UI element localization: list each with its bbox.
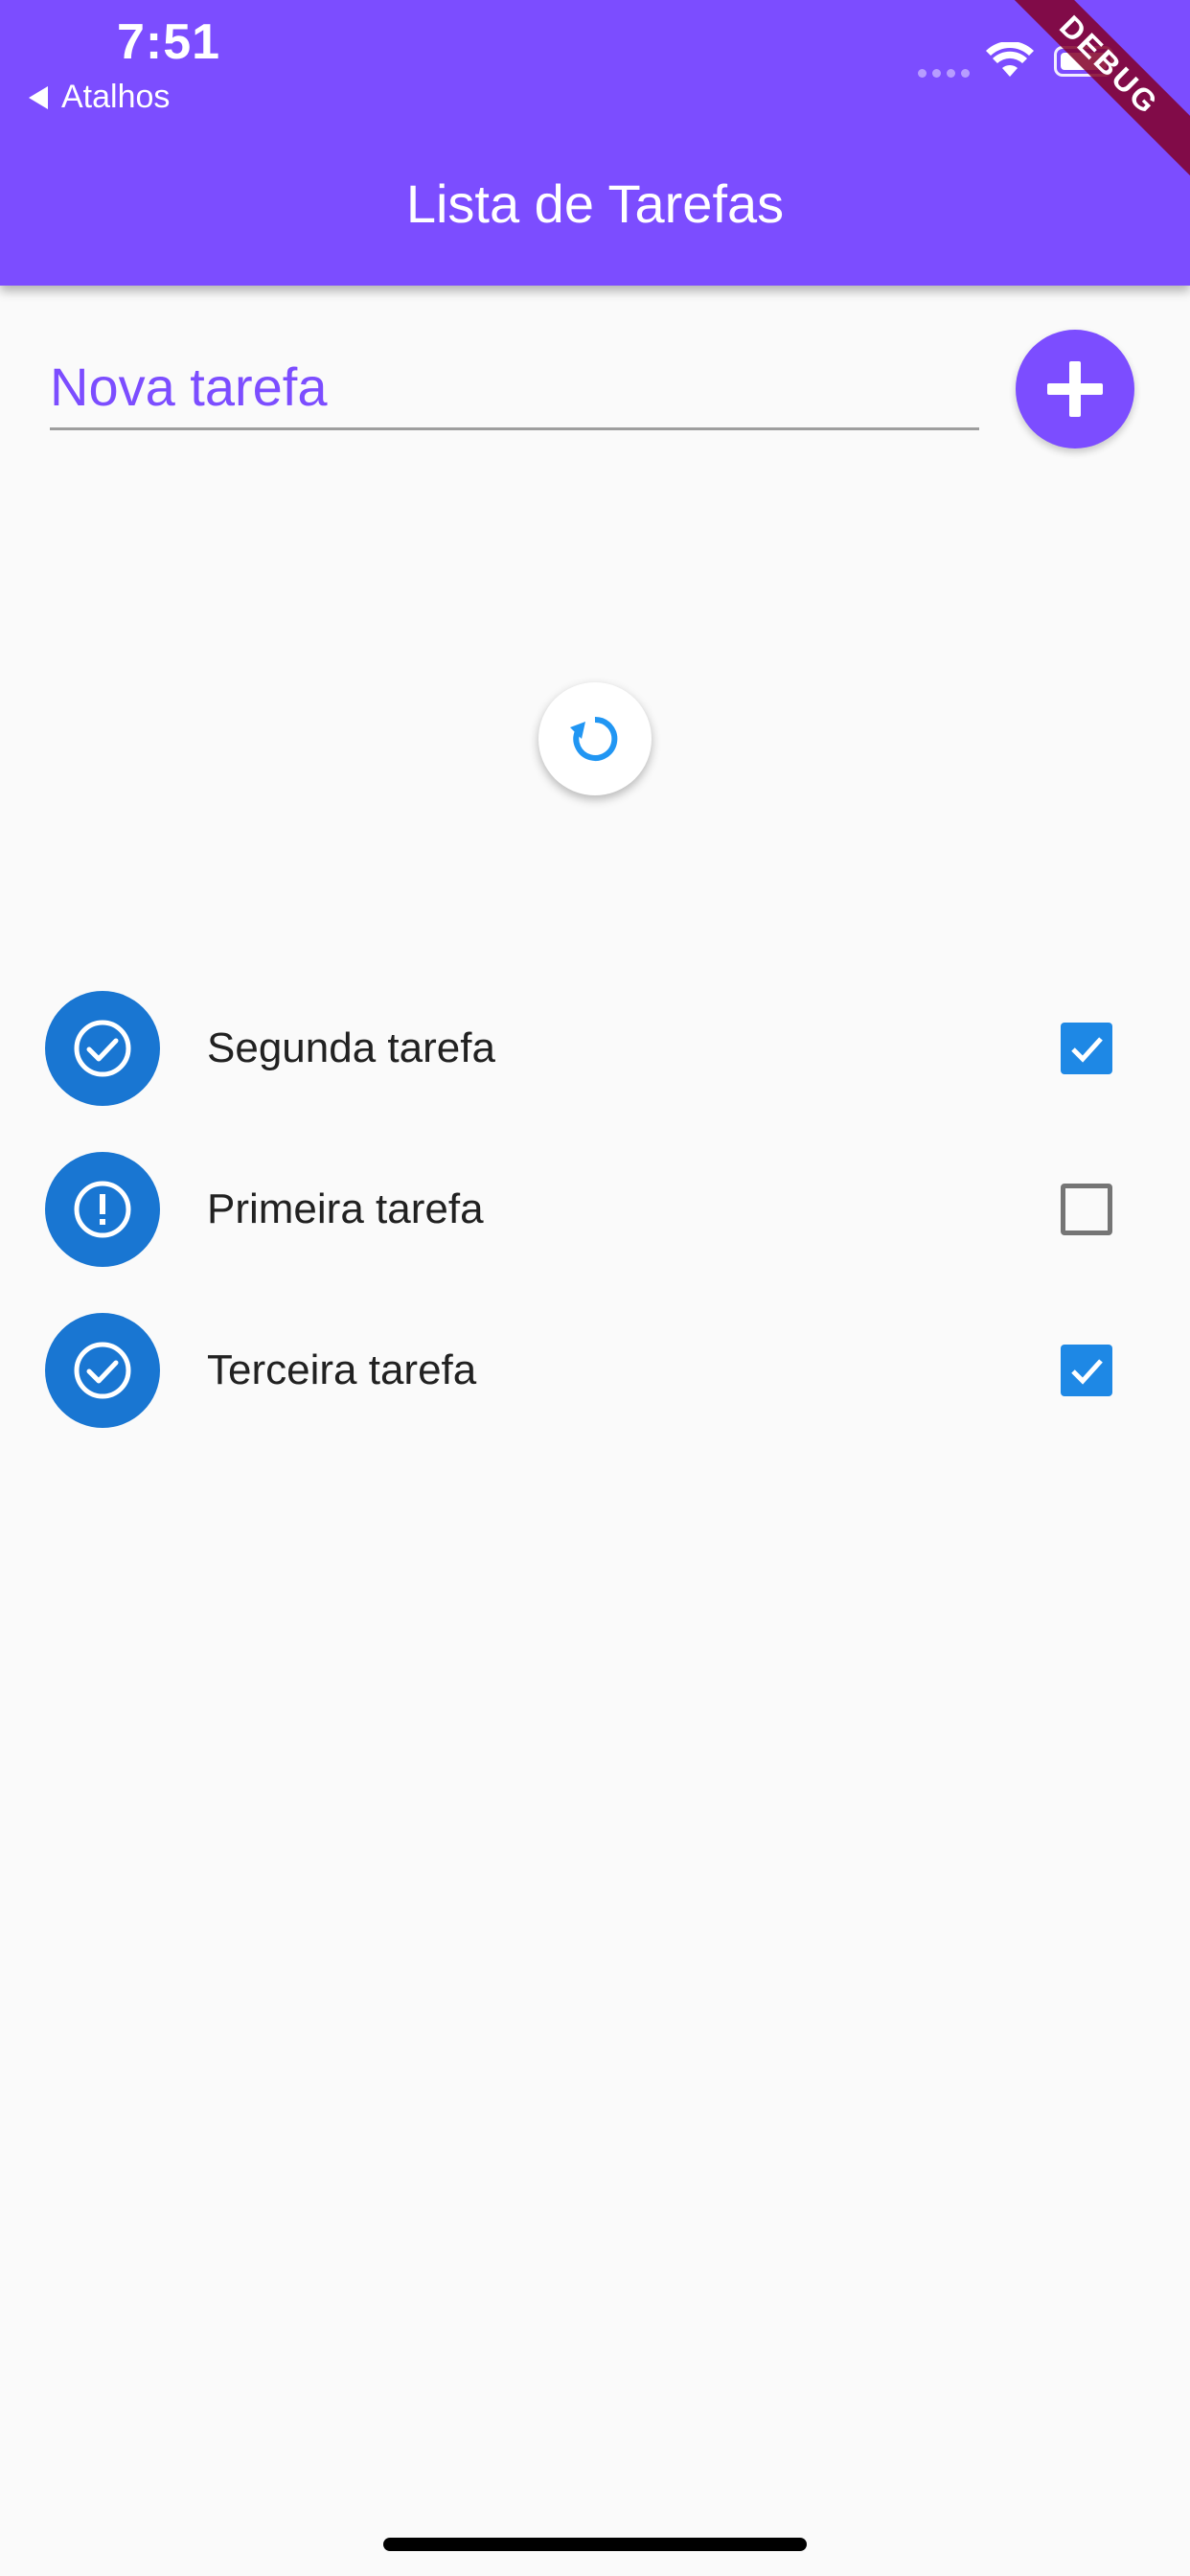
task-done-checkbox[interactable]	[1061, 1184, 1112, 1235]
back-arrow-icon	[29, 85, 48, 109]
back-to-app-link[interactable]: Atalhos	[29, 79, 170, 116]
task-title: Terceira tarefa	[207, 1346, 477, 1393]
list-item[interactable]: Primeira tarefa	[0, 1129, 1190, 1290]
task-title: Primeira tarefa	[207, 1185, 484, 1232]
app-screen: 7:51 Atalhos Lista de Tarefas DEBUG Nova…	[0, 0, 1190, 2576]
status-time: 7:51	[117, 14, 221, 70]
add-task-button[interactable]	[1016, 330, 1134, 448]
debug-banner-label: DEBUG	[998, 0, 1190, 182]
cellular-signal-icon	[918, 69, 970, 78]
status-avatar	[45, 1313, 160, 1428]
refresh-indicator	[538, 682, 652, 795]
plus-icon	[1047, 361, 1103, 417]
task-list: Segunda tarefa Primeira tarefa Terceira …	[0, 968, 1190, 1451]
back-app-label: Atalhos	[61, 79, 171, 115]
task-done-checkbox[interactable]	[1061, 1345, 1112, 1396]
debug-banner: DEBUG	[998, 0, 1190, 192]
status-avatar	[45, 1152, 160, 1267]
task-title: Segunda tarefa	[207, 1024, 495, 1071]
home-indicator[interactable]	[383, 2538, 807, 2551]
error-icon	[74, 1181, 131, 1238]
check-circle-icon	[74, 1342, 131, 1399]
check-icon	[1071, 1037, 1103, 1063]
refresh-icon	[570, 716, 618, 761]
task-done-checkbox[interactable]	[1061, 1023, 1112, 1074]
list-item[interactable]: Segunda tarefa	[0, 968, 1190, 1129]
check-circle-icon	[74, 1020, 131, 1077]
new-task-input[interactable]	[50, 345, 979, 430]
status-avatar	[45, 991, 160, 1106]
check-icon	[1071, 1359, 1103, 1385]
list-item[interactable]: Terceira tarefa	[0, 1290, 1190, 1451]
